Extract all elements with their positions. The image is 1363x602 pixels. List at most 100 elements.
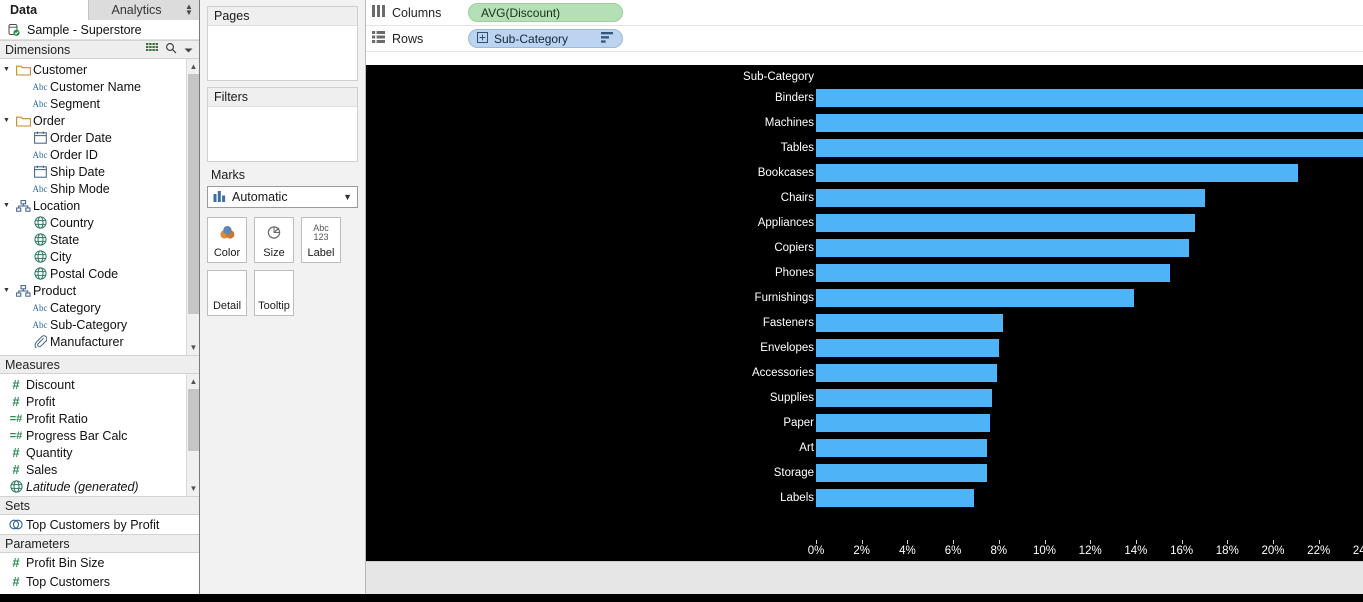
bar-row[interactable]: Copiers: [366, 235, 1363, 260]
bar[interactable]: [816, 464, 988, 482]
dimension-item-order-date[interactable]: Order Date: [0, 129, 185, 146]
filters-card-dropzone[interactable]: [208, 107, 357, 161]
bar[interactable]: [816, 389, 992, 407]
bar-row[interactable]: Appliances: [366, 210, 1363, 235]
measure-item-profit-ratio[interactable]: =# Profit Ratio: [0, 410, 185, 427]
dimensions-scrollbar[interactable]: ▲ ▼: [186, 59, 199, 355]
bar[interactable]: [816, 289, 1134, 307]
dimension-item-ship-date[interactable]: Ship Date: [0, 163, 185, 180]
tab-data[interactable]: Data: [0, 0, 88, 20]
set-item-top-customers-by-profit[interactable]: Top Customers by Profit: [0, 515, 199, 534]
bar[interactable]: [816, 364, 997, 382]
expand-triangle-icon[interactable]: ▼: [3, 112, 13, 129]
filters-card[interactable]: Filters: [207, 87, 358, 162]
bar-row[interactable]: Machines: [366, 110, 1363, 135]
marks-label-button[interactable]: Abc 123 Label: [301, 217, 341, 263]
measure-item-profit[interactable]: # Profit: [0, 393, 185, 410]
measures-scroll-up-icon[interactable]: ▲: [188, 375, 199, 388]
measures-scrollbar[interactable]: ▲ ▼: [186, 374, 199, 496]
dimension-item-state[interactable]: State: [0, 231, 185, 248]
expand-triangle-icon[interactable]: ▼: [3, 197, 13, 214]
dimension-item-category[interactable]: Abc Category: [0, 299, 185, 316]
bar[interactable]: [816, 214, 1196, 232]
bar[interactable]: [816, 189, 1205, 207]
parameter-item-profit-bin-size[interactable]: # Profit Bin Size: [0, 553, 199, 572]
chevron-down-icon[interactable]: [184, 43, 193, 57]
dimension-item-product[interactable]: ▼ Product: [0, 282, 185, 299]
dimension-item-sub-category[interactable]: Abc Sub-Category: [0, 316, 185, 333]
expand-triangle-icon[interactable]: ▼: [3, 282, 13, 299]
bar-row[interactable]: Bookcases: [366, 160, 1363, 185]
bar[interactable]: [816, 239, 1189, 257]
dimension-item-segment[interactable]: Abc Segment: [0, 95, 185, 112]
bar[interactable]: [816, 314, 1004, 332]
chevron-down-icon[interactable]: ▼: [343, 192, 352, 202]
chart-canvas[interactable]: Sub-Category Binders Machines Tables Bookca…: [366, 65, 1363, 602]
datasource-row[interactable]: Sample - Superstore: [0, 20, 199, 40]
bar-row[interactable]: Labels: [366, 485, 1363, 510]
rows-shelf[interactable]: Rows Sub-Category: [366, 26, 1363, 52]
bar-row[interactable]: Art: [366, 435, 1363, 460]
bar[interactable]: [816, 439, 988, 457]
sort-descending-icon[interactable]: [601, 31, 614, 46]
dimension-item-location[interactable]: ▼ Location: [0, 197, 185, 214]
plus-box-icon[interactable]: [477, 31, 488, 46]
measures-scroll-thumb[interactable]: [188, 389, 199, 451]
dimension-item-postal-code[interactable]: Postal Code: [0, 265, 185, 282]
measures-scroll-down-icon[interactable]: ▼: [188, 482, 199, 495]
bar[interactable]: [816, 114, 1363, 132]
tab-analytics[interactable]: Analytics: [88, 0, 184, 20]
bar-row[interactable]: Storage: [366, 460, 1363, 485]
pane-resize-spinner-icon[interactable]: ▲ ▼: [183, 3, 195, 17]
columns-shelf[interactable]: Columns AVG(Discount): [366, 0, 1363, 26]
bar[interactable]: [816, 89, 1363, 107]
marks-color-button[interactable]: Color: [207, 217, 247, 263]
parameters-list[interactable]: # Profit Bin Size # Top Customers: [0, 553, 199, 591]
dimension-item-city[interactable]: City: [0, 248, 185, 265]
bar[interactable]: [816, 414, 990, 432]
x-axis[interactable]: 0%2%4%6%8%10%12%14%16%18%20%22%24%26%28%…: [366, 540, 1363, 560]
bar[interactable]: [816, 164, 1299, 182]
measures-tree[interactable]: # Discount # Profit =# Profit Ratio =# Progress…: [0, 374, 199, 496]
bar-row[interactable]: Accessories: [366, 360, 1363, 385]
bar-row[interactable]: Supplies: [366, 385, 1363, 410]
bar-row[interactable]: Phones: [366, 260, 1363, 285]
dimension-item-manufacturer[interactable]: Manufacturer: [0, 333, 185, 350]
measure-item-quantity[interactable]: # Quantity: [0, 444, 185, 461]
parameter-item-top-customers[interactable]: # Top Customers: [0, 572, 199, 591]
measure-item-sales[interactable]: # Sales: [0, 461, 185, 478]
dimensions-tree[interactable]: ▼ Customer Abc Customer Name Abc Segment ▼ Orde…: [0, 59, 199, 355]
bar-row[interactable]: Chairs: [366, 185, 1363, 210]
pages-card-dropzone[interactable]: [208, 26, 357, 80]
dimensions-scroll-thumb[interactable]: [188, 74, 199, 314]
grid-icon[interactable]: [146, 42, 158, 57]
pill-avg-discount[interactable]: AVG(Discount): [468, 3, 623, 22]
scroll-up-icon[interactable]: ▲: [188, 60, 199, 73]
pill-sub-category[interactable]: Sub-Category: [468, 29, 623, 48]
measure-item-latitude-generated-[interactable]: Latitude (generated): [0, 478, 185, 495]
dimension-item-order[interactable]: ▼ Order: [0, 112, 185, 129]
bar-row[interactable]: Binders: [366, 85, 1363, 110]
dimension-item-ship-mode[interactable]: Abc Ship Mode: [0, 180, 185, 197]
expand-triangle-icon[interactable]: ▼: [3, 61, 13, 78]
search-icon[interactable]: [165, 42, 177, 57]
mark-type-dropdown[interactable]: Automatic ▼: [207, 186, 358, 208]
bar[interactable]: [816, 139, 1363, 157]
dimension-item-country[interactable]: Country: [0, 214, 185, 231]
measure-item-discount[interactable]: # Discount: [0, 376, 185, 393]
marks-detail-button[interactable]: Detail: [207, 270, 247, 316]
bar[interactable]: [816, 489, 974, 507]
bar-row[interactable]: Tables: [366, 135, 1363, 160]
pages-card[interactable]: Pages: [207, 6, 358, 81]
sets-list[interactable]: Top Customers by Profit: [0, 515, 199, 534]
measure-item-progress-bar-calc[interactable]: =# Progress Bar Calc: [0, 427, 185, 444]
bar-row[interactable]: Fasteners: [366, 310, 1363, 335]
marks-tooltip-button[interactable]: Tooltip: [254, 270, 294, 316]
marks-size-button[interactable]: Size: [254, 217, 294, 263]
bar[interactable]: [816, 264, 1171, 282]
dimension-item-order-id[interactable]: Abc Order ID: [0, 146, 185, 163]
bar[interactable]: [816, 339, 999, 357]
bar-row[interactable]: Envelopes: [366, 335, 1363, 360]
dimension-item-customer[interactable]: ▼ Customer: [0, 61, 185, 78]
dimension-item-customer-name[interactable]: Abc Customer Name: [0, 78, 185, 95]
